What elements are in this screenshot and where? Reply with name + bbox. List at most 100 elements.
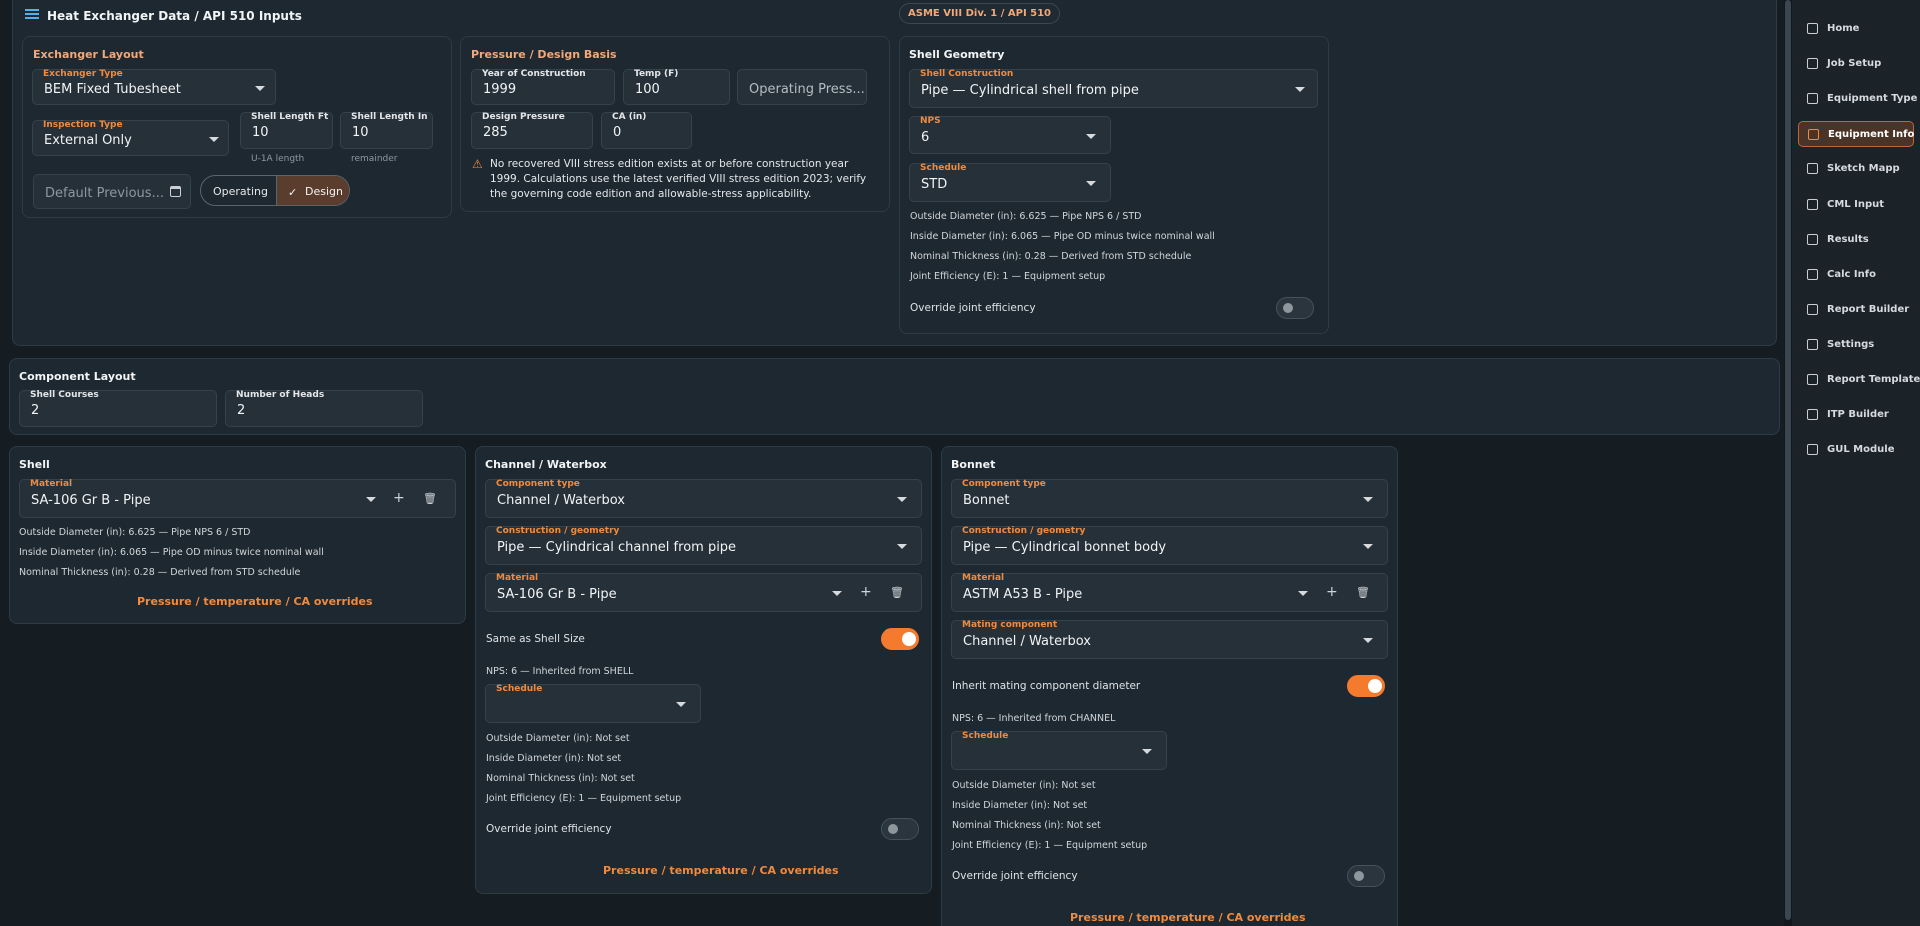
- scrollbar-thumb[interactable]: [1785, 0, 1791, 920]
- add-icon[interactable]: +: [393, 491, 405, 505]
- report-template-icon: [1807, 374, 1818, 385]
- shell-id: Inside Diameter (in): 6.065 — Pipe OD mi…: [19, 547, 324, 558]
- inspection-type-select[interactable]: Inspection Type External Only: [32, 120, 229, 156]
- shell-length-ft-input[interactable]: Shell Length Ft 10: [240, 112, 333, 149]
- sidebar-item-report-builder[interactable]: Report Builder: [1798, 297, 1914, 323]
- design-pressure-input[interactable]: Design Pressure 285: [471, 112, 593, 149]
- operating-pressure-placeholder: Operating Press...: [749, 82, 865, 97]
- channel-component-type-label: Component type: [496, 479, 580, 489]
- shell-material-select[interactable]: Material SA-106 Gr B - Pipe + 🗑: [19, 479, 456, 518]
- trash-icon[interactable]: 🗑: [1356, 586, 1370, 600]
- shell-length-in-input[interactable]: Shell Length In 10: [340, 112, 433, 149]
- shell-courses-label: Shell Courses: [30, 390, 99, 400]
- sidebar-item-equipment-type[interactable]: Equipment Type: [1798, 86, 1918, 112]
- exchanger-type-select[interactable]: Exchanger Type BEM Fixed Tubesheet: [32, 69, 276, 105]
- same-as-shell-toggle[interactable]: [881, 628, 919, 650]
- sidebar-item-settings[interactable]: Settings: [1798, 332, 1914, 358]
- toggle-knob: [1283, 303, 1293, 313]
- sidebar-item-report-template[interactable]: Report Template: [1798, 367, 1920, 393]
- shell-construction-value: Pipe — Cylindrical shell from pipe: [921, 83, 1139, 98]
- channel-material-value: SA-106 Gr B - Pipe: [497, 587, 617, 602]
- job-setup-icon: [1807, 58, 1818, 70]
- shell-overrides-link[interactable]: Pressure / temperature / CA overrides: [137, 595, 373, 608]
- channel-overrides-link[interactable]: Pressure / temperature / CA overrides: [603, 864, 839, 877]
- sketch-icon: [1807, 163, 1818, 175]
- trash-icon[interactable]: 🗑: [423, 492, 437, 506]
- override-joint-efficiency-toggle[interactable]: [1276, 297, 1314, 319]
- bonnet-component-type-value: Bonnet: [963, 493, 1010, 508]
- channel-schedule-label: Schedule: [496, 684, 543, 694]
- channel-override-toggle[interactable]: [881, 818, 919, 840]
- operating-pressure-input[interactable]: Operating Press...: [737, 69, 867, 105]
- channel-component-type-select[interactable]: Component type Channel / Waterbox: [485, 479, 922, 518]
- toggle-knob: [888, 824, 898, 834]
- sidebar-item-home[interactable]: Home: [1798, 16, 1914, 42]
- bonnet-mating-value: Channel / Waterbox: [963, 634, 1091, 649]
- sidebar-item-sketch-mapp[interactable]: Sketch Mapp: [1798, 156, 1914, 182]
- warning-icon: ⚠: [472, 157, 483, 171]
- shell-title: Shell: [19, 458, 50, 471]
- bonnet-overrides-link[interactable]: Pressure / temperature / CA overrides: [1070, 911, 1306, 924]
- menu-icon[interactable]: [25, 9, 39, 20]
- temp-label: Temp (F): [634, 69, 679, 79]
- check-icon: ✓: [288, 186, 298, 199]
- shell-courses-value: 2: [31, 403, 40, 418]
- shell-length-in-value: 10: [352, 125, 369, 140]
- sidebar-item-results[interactable]: Results: [1798, 227, 1914, 253]
- scrollbar[interactable]: [1784, 0, 1792, 926]
- channel-thickness: Nominal Thickness (in): Not set: [486, 773, 635, 784]
- add-icon[interactable]: +: [860, 585, 872, 599]
- calc-info-icon: [1807, 268, 1818, 280]
- year-of-construction-input[interactable]: Year of Construction 1999: [471, 69, 615, 105]
- year-value: 1999: [483, 82, 517, 97]
- sidebar-item-label: Home: [1827, 23, 1860, 34]
- shell-length-ft-value: 10: [252, 125, 269, 140]
- sidebar-item-label: Report Template: [1827, 374, 1920, 385]
- bonnet-construction-value: Pipe — Cylindrical bonnet body: [963, 540, 1167, 555]
- number-of-heads-input[interactable]: Number of Heads 2: [225, 390, 423, 427]
- shell-courses-input[interactable]: Shell Courses 2: [19, 390, 217, 427]
- bonnet-override-toggle[interactable]: [1347, 865, 1385, 887]
- add-icon[interactable]: +: [1326, 585, 1338, 599]
- shell-length-in-hint: remainder: [351, 154, 398, 164]
- ca-input[interactable]: CA (in) 0: [601, 112, 692, 149]
- channel-construction-select[interactable]: Construction / geometry Pipe — Cylindric…: [485, 526, 922, 565]
- bonnet-component-type-select[interactable]: Component type Bonnet: [951, 479, 1388, 518]
- bonnet-joint-efficiency: Joint Efficiency (E): 1 — Equipment setu…: [952, 840, 1148, 851]
- bonnet-id: Inside Diameter (in): Not set: [952, 800, 1088, 811]
- calendar-icon[interactable]: [170, 186, 181, 197]
- shell-construction-select[interactable]: Shell Construction Pipe — Cylindrical sh…: [909, 69, 1318, 108]
- operating-button[interactable]: Operating: [201, 176, 276, 205]
- sidebar-item-job-setup[interactable]: Job Setup: [1798, 51, 1914, 77]
- design-button[interactable]: ✓ Design: [276, 176, 349, 205]
- bonnet-material-select[interactable]: Material ASTM A53 B - Pipe + 🗑: [951, 573, 1388, 612]
- sidebar-item-cml-input[interactable]: CML Input: [1798, 192, 1914, 218]
- sidebar-item-label: Equipment Type: [1827, 93, 1918, 105]
- itp-builder-icon: [1807, 409, 1818, 421]
- channel-title: Channel / Waterbox: [485, 458, 607, 471]
- chevron-down-icon: [897, 544, 907, 549]
- default-previous-date-input[interactable]: Default Previous...: [33, 174, 191, 209]
- bonnet-construction-select[interactable]: Construction / geometry Pipe — Cylindric…: [951, 526, 1388, 565]
- sidebar-item-gul-module[interactable]: GUL Module: [1798, 437, 1914, 463]
- sidebar-item-equipment-info[interactable]: Equipment Info: [1798, 121, 1914, 148]
- channel-nps-info: NPS: 6 — Inherited from SHELL: [486, 666, 634, 677]
- channel-schedule-select[interactable]: Schedule: [485, 684, 701, 723]
- chevron-down-icon: [1363, 544, 1373, 549]
- nps-select[interactable]: NPS 6: [909, 116, 1111, 154]
- ca-value: 0: [613, 125, 622, 140]
- bonnet-mating-select[interactable]: Mating component Channel / Waterbox: [951, 620, 1388, 659]
- trash-icon[interactable]: 🗑: [890, 586, 904, 600]
- temp-input[interactable]: Temp (F) 100: [623, 69, 730, 105]
- schedule-label: Schedule: [920, 163, 967, 173]
- channel-material-select[interactable]: Material SA-106 Gr B - Pipe + 🗑: [485, 573, 922, 612]
- bonnet-material-value: ASTM A53 B - Pipe: [963, 587, 1083, 602]
- gul-module-icon: [1807, 444, 1818, 456]
- schedule-select[interactable]: Schedule STD: [909, 163, 1111, 202]
- toggle-knob: [1354, 871, 1364, 881]
- bonnet-schedule-select[interactable]: Schedule: [951, 731, 1167, 770]
- sidebar-item-itp-builder[interactable]: ITP Builder: [1798, 402, 1914, 428]
- inherit-diameter-toggle[interactable]: [1347, 675, 1385, 697]
- sidebar-item-calc-info[interactable]: Calc Info: [1798, 262, 1914, 288]
- temp-value: 100: [635, 82, 660, 97]
